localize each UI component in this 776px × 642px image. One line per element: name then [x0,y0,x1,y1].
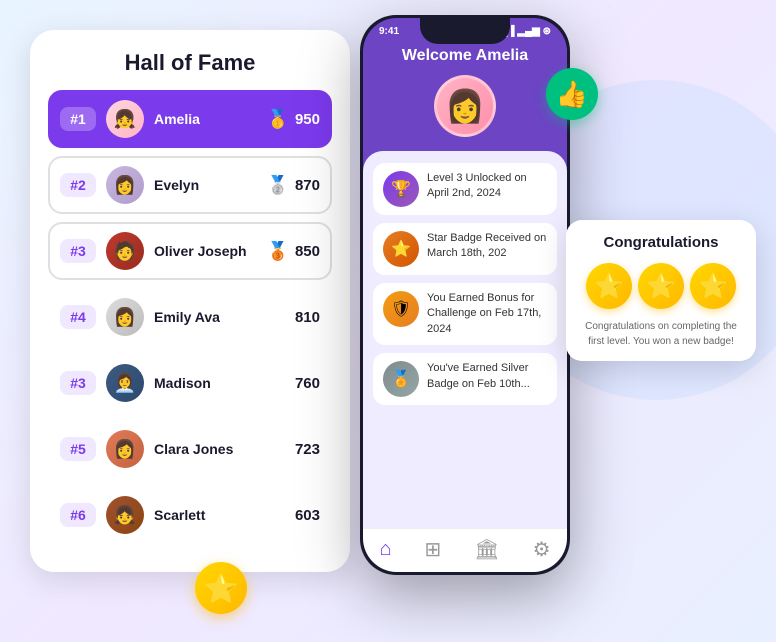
activity-icon-3: 🛡 [383,291,419,327]
avatar-2: 👩 [106,166,144,204]
thumbs-up-badge: 👍 [546,68,598,120]
activity-text-1: Level 3 Unlocked on April 2nd, 2024 [427,171,547,202]
phone-time: 9:41 [379,26,399,37]
activity-text-2: Star Badge Received on March 18th, 202 [427,231,547,262]
avatar-4: 👩 [106,298,144,336]
activity-item-1[interactable]: 🏆 Level 3 Unlocked on April 2nd, 2024 [373,163,557,215]
rank-badge-7: #6 [60,503,96,527]
avatar-3: 🧑 [106,232,144,270]
nav-activity-icon[interactable]: ⊞ [425,537,442,562]
avatar-7: 👧 [106,496,144,534]
player-name-6: Clara Jones [154,441,295,457]
congrats-star-1: ⭐ [586,263,632,309]
leaderboard-row-6[interactable]: #5 👩 Clara Jones 723 [48,420,332,478]
activity-text-4: You've Earned Silver Badge on Feb 10th..… [427,361,547,392]
avatar-6: 👩 [106,430,144,468]
leaderboard-row-1[interactable]: #1 👧 Amelia 🥇 950 [48,90,332,148]
score-1: 950 [295,111,320,128]
congrats-stars: ⭐ ⭐ ⭐ [580,263,742,309]
phone-screen: 9:41 ▐▐ ▂▄▆ ⊛ Welcome Amelia 👩 🏆 Level 3… [363,18,567,572]
activity-item-4[interactable]: 🏅 You've Earned Silver Badge on Feb 10th… [373,353,557,405]
activity-text-3: You Earned Bonus for Challenge on Feb 17… [427,291,547,337]
congrats-star-3: ⭐ [690,263,736,309]
player-name-4: Emily Ava [154,309,295,325]
star-decoration: ⭐ [195,562,247,614]
nav-leaderboard-icon[interactable]: 🏛 [474,537,499,562]
score-7: 603 [295,507,320,524]
medal-icon-3: 🥉 [267,241,289,262]
rank-badge-4: #4 [60,305,96,329]
avatar-5: 👩‍💼 [106,364,144,402]
nav-home-icon[interactable]: ⌂ [379,538,391,561]
avatar-1: 👧 [106,100,144,138]
score-5: 760 [295,375,320,392]
activity-icon-4: 🏅 [383,361,419,397]
leaderboard-row-3[interactable]: #3 🧑 Oliver Joseph 🥉 850 [48,222,332,280]
player-name-2: Evelyn [154,177,267,193]
activity-icon-1: 🏆 [383,171,419,207]
phone-content-area: 🏆 Level 3 Unlocked on April 2nd, 2024 ⭐ … [363,151,567,528]
rank-badge-3: #3 [60,239,96,263]
rank-badge-1: #1 [60,107,96,131]
score-2: 870 [295,177,320,194]
hall-of-fame-card: Hall of Fame #1 👧 Amelia 🥇 950 #2 👩 Evel… [30,30,350,572]
phone-user-avatar: 👩 [434,75,496,137]
phone-welcome-section: Welcome Amelia 👩 [363,37,567,151]
activity-icon-2: ⭐ [383,231,419,267]
player-name-5: Madison [154,375,295,391]
leaderboard-row-4[interactable]: #4 👩 Emily Ava 810 [48,288,332,346]
score-6: 723 [295,441,320,458]
rank-badge-5: #3 [60,371,96,395]
hall-of-fame-title: Hall of Fame [48,50,332,76]
congrats-description: Congratulations on completing the first … [580,319,742,349]
phone-welcome-text: Welcome Amelia [402,47,528,65]
congrats-star-2: ⭐ [638,263,684,309]
medal-icon-1: 🥇 [267,109,289,130]
leaderboard-row-7[interactable]: #6 👧 Scarlett 603 [48,486,332,544]
phone-bottom-nav: ⌂ ⊞ 🏛 ⚙ [363,528,567,572]
phone-notch [420,18,510,44]
nav-settings-icon[interactable]: ⚙ [533,537,551,562]
player-name-7: Scarlett [154,507,295,523]
score-3: 850 [295,243,320,260]
phone-mockup: 9:41 ▐▐ ▂▄▆ ⊛ Welcome Amelia 👩 🏆 Level 3… [360,15,570,575]
congratulations-popup: Congratulations ⭐ ⭐ ⭐ Congratulations on… [566,220,756,361]
leaderboard-row-2[interactable]: #2 👩 Evelyn 🥈 870 [48,156,332,214]
player-name-1: Amelia [154,111,267,127]
rank-badge-2: #2 [60,173,96,197]
activity-item-2[interactable]: ⭐ Star Badge Received on March 18th, 202 [373,223,557,275]
player-name-3: Oliver Joseph [154,243,267,259]
score-4: 810 [295,309,320,326]
rank-badge-6: #5 [60,437,96,461]
congrats-title: Congratulations [580,234,742,251]
activity-item-3[interactable]: 🛡 You Earned Bonus for Challenge on Feb … [373,283,557,345]
medal-icon-2: 🥈 [267,175,289,196]
leaderboard-row-5[interactable]: #3 👩‍💼 Madison 760 [48,354,332,412]
